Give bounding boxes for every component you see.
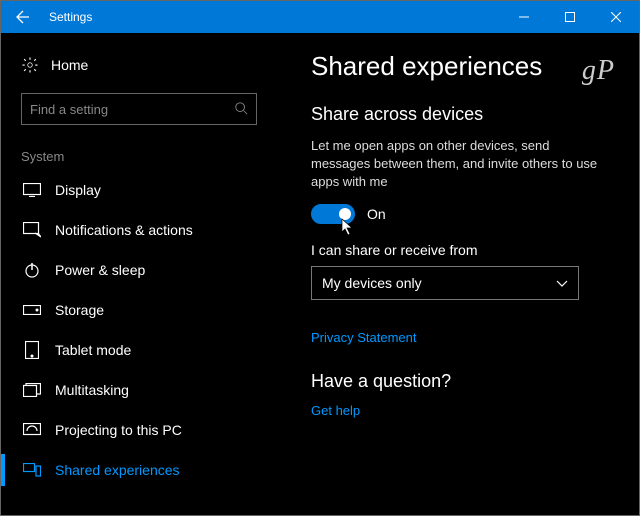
share-from-dropdown[interactable]: My devices only (311, 266, 579, 300)
get-help-link[interactable]: Get help (311, 403, 360, 418)
chevron-down-icon (556, 275, 568, 291)
projecting-icon (23, 421, 41, 439)
mouse-cursor-icon (341, 218, 355, 236)
watermark: gP (582, 55, 615, 87)
tablet-icon (23, 341, 41, 359)
home-nav[interactable]: Home (21, 47, 271, 83)
sidebar-item-label: Display (55, 182, 101, 198)
search-input[interactable] (30, 102, 234, 117)
sidebar-item-label: Power & sleep (55, 262, 145, 278)
sidebar-item-multitasking[interactable]: Multitasking (21, 370, 271, 410)
sidebar-item-display[interactable]: Display (21, 170, 271, 210)
sidebar-item-projecting[interactable]: Projecting to this PC (21, 410, 271, 450)
sidebar-item-shared-experiences[interactable]: Shared experiences (21, 450, 271, 490)
sidebar: Home System Display Notifications & acti… (1, 33, 281, 515)
window-title: Settings (45, 10, 501, 24)
sidebar-item-label: Multitasking (55, 382, 129, 398)
multitasking-icon (23, 381, 41, 399)
shared-icon (23, 461, 41, 479)
search-box[interactable] (21, 93, 257, 125)
main-content: gP Shared experiences Share across devic… (281, 33, 639, 515)
privacy-link[interactable]: Privacy Statement (311, 330, 615, 345)
section-label: System (21, 149, 271, 164)
display-icon (23, 181, 41, 199)
question-heading: Have a question? (311, 371, 615, 392)
home-label: Home (51, 57, 88, 73)
dropdown-value: My devices only (322, 275, 422, 291)
sidebar-item-notifications[interactable]: Notifications & actions (21, 210, 271, 250)
maximize-button[interactable] (547, 1, 593, 33)
back-button[interactable] (1, 1, 45, 33)
sidebar-item-tablet[interactable]: Tablet mode (21, 330, 271, 370)
minimize-button[interactable] (501, 1, 547, 33)
close-button[interactable] (593, 1, 639, 33)
description-text: Let me open apps on other devices, send … (311, 137, 611, 192)
sidebar-item-storage[interactable]: Storage (21, 290, 271, 330)
titlebar: Settings (1, 1, 639, 33)
section-subtitle: Share across devices (311, 104, 615, 125)
window-controls (501, 1, 639, 33)
sidebar-item-label: Notifications & actions (55, 222, 193, 238)
sidebar-item-power[interactable]: Power & sleep (21, 250, 271, 290)
gear-icon (21, 56, 39, 74)
sidebar-item-label: Projecting to this PC (55, 422, 182, 438)
sidebar-item-label: Storage (55, 302, 104, 318)
page-title: Shared experiences (311, 51, 615, 82)
storage-icon (23, 301, 41, 319)
toggle-state-label: On (367, 206, 386, 222)
search-icon (234, 101, 248, 118)
sidebar-item-label: Shared experiences (55, 462, 180, 478)
share-from-label: I can share or receive from (311, 242, 615, 258)
power-icon (23, 261, 41, 279)
sidebar-item-label: Tablet mode (55, 342, 131, 358)
notifications-icon (23, 221, 41, 239)
